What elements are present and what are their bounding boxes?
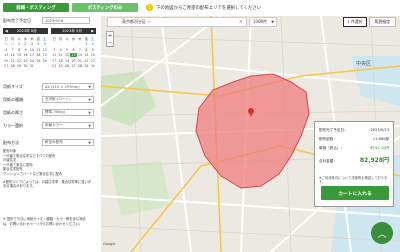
area-label: 中央区: [356, 60, 371, 67]
prev-month-icon[interactable]: ◀: [5, 29, 8, 33]
unit-value: 約 ¥7.10円: [370, 146, 389, 150]
type-select[interactable]: 光沢紙 (コート) ▼: [42, 96, 94, 103]
thickness-select[interactable]: 標準 (90kg) ▼: [42, 109, 94, 116]
calendar-august: ◀ 2023年 8月 日月火水木金土 30 31 1 2 3 4 5 6 7 8 9 10 11 12 …: [3, 28, 48, 74]
date-label: 配布完了予定日：: [319, 128, 348, 132]
note-line: は、お問い合わせページからお問い合わせください。: [3, 221, 83, 226]
total-label: 合計金額：: [319, 159, 337, 163]
map-search-input[interactable]: 東京都渋谷区 一 ×: [107, 17, 247, 27]
thickness-row: 用紙の厚さ: [3, 110, 23, 116]
unit-label: 単価（税込）：: [319, 146, 345, 150]
chevron-down-icon: ▼: [88, 124, 91, 128]
notice-text: 下の地図からご希望の配布エリアを選択してください: [156, 5, 262, 11]
count-label: 配布部数：: [319, 137, 337, 141]
type-row: 用紙の種類: [3, 97, 23, 103]
color-row: カラー選択: [3, 123, 23, 129]
method-value: 軒並み配布: [45, 140, 63, 144]
chevron-down-icon: ▼: [88, 111, 91, 115]
chevron-down-icon: ▼: [88, 98, 91, 102]
chevron-down-icon: ▼: [88, 85, 91, 89]
range-mode-button[interactable]: 範囲指定: [369, 17, 396, 27]
scroll-top-button[interactable]: ︿: [371, 222, 393, 244]
date-value: 2023/9/13: [370, 128, 389, 132]
start-date-value: 2023/9/18: [45, 18, 64, 23]
thickness-label: 用紙の厚さ: [3, 110, 23, 115]
start-date-field[interactable]: 2023/9/18: [42, 17, 90, 24]
method-row: 配布方法: [3, 140, 19, 146]
thickness-value: 標準 (90kg): [45, 110, 66, 114]
zoom-control: + −: [106, 31, 114, 47]
order-summary-card: 配布完了予定日： 2023/9/13 配布部数： 11,660部 単価（税込）：…: [314, 121, 394, 207]
start-date-label: 配布完了予定日: [3, 18, 31, 23]
method-label: 配布方法: [3, 140, 19, 145]
tab-detail-posting[interactable]: 詳細・ポスティング: [3, 3, 69, 12]
calendar-title: 2023年 8月: [17, 28, 37, 33]
note-line: ある場合があります。: [3, 184, 36, 189]
next-month-icon[interactable]: ▶: [91, 29, 94, 33]
zoom-out-button[interactable]: −: [108, 40, 112, 46]
size-row: 用紙サイズ: [3, 84, 23, 90]
range-value: 1000件: [253, 19, 268, 24]
map-attribution: Google: [103, 242, 116, 246]
size-value: A4 (210 × 297mm): [45, 84, 80, 89]
color-value: 両面カラー: [45, 123, 63, 127]
range-select[interactable]: 1000件 ▼: [249, 17, 277, 27]
size-label: 用紙サイズ: [3, 84, 23, 89]
start-date-row: 配布完了予定日: [3, 18, 31, 24]
method-notes: 配布対象 一戸建て集合住宅などすべての配布 戸建住宅 一戸建て家住に配布 集合住…: [3, 149, 95, 189]
left-panel: 配布完了予定日 2023/9/18 ◀ 2023年 8月 日月火水木金土 30 3…: [0, 14, 100, 252]
total-row: 合計金額： 82,928円: [319, 155, 389, 164]
unit-row: 単価（税込）： 約 ¥7.10円: [319, 146, 389, 151]
note-line: ※ 選択できない用紙サイズ・種類・カラー等を含む場合: [3, 217, 86, 221]
calendar-grid: 日月火水木金土 12 3456789 10 11 12 13 14 15 16 17 18 19…: [52, 36, 95, 69]
chevron-down-icon: ▼: [88, 141, 91, 145]
calendar-header: 2023年 9月 ▶: [51, 28, 96, 34]
count-value: 11,660部: [372, 137, 389, 141]
date-row: 配布完了予定日： 2023/9/13: [319, 128, 389, 133]
calendar-header: ◀ 2023年 8月: [3, 28, 48, 34]
chevron-up-icon: ︿: [377, 229, 387, 240]
zoom-in-button[interactable]: +: [108, 33, 112, 39]
color-select[interactable]: 両面カラー ▼: [42, 122, 94, 129]
count-row: 配布部数： 11,660部: [319, 137, 389, 142]
type-value: 光沢紙 (コート): [45, 97, 71, 101]
calendar-title: 2023年 9月: [62, 28, 82, 33]
close-icon[interactable]: ×: [239, 19, 243, 25]
bottom-notes: ※ 選択できない用紙サイズ・種類・カラー等を含む場合 は、お問い合わせページから…: [3, 217, 95, 226]
card-hint: ※ご利用条件について詳細等を確認しております。: [319, 176, 388, 185]
chevron-down-icon: ▼: [271, 20, 274, 24]
method-select[interactable]: 軒並み配布 ▼: [42, 139, 94, 146]
add-to-cart-button[interactable]: カートに入れる: [321, 186, 389, 200]
calendar-september: 2023年 9月 ▶ 日月火水木金土 12 3456789 10 11 12 13 14…: [51, 28, 96, 74]
calendar-grid: 日月火水木金土 30 31 1 2 3 4 5 6 7 8 9 10 11 12 13 14 15 16 17 1…: [4, 36, 47, 69]
type-label: 用紙の種類: [3, 97, 23, 102]
search-value: 東京都渋谷区 一: [122, 19, 152, 24]
park-area: [111, 161, 171, 216]
notice: ! 下の地図からご希望の配布エリアを選択してください: [146, 3, 261, 12]
select-mode-button[interactable]: 1 件選択: [343, 17, 367, 27]
color-label: カラー選択: [3, 123, 23, 128]
total-value: 82,928円: [359, 157, 389, 164]
warning-icon: !: [146, 4, 153, 11]
tab-posting-only[interactable]: ポスティングのみ: [72, 3, 138, 12]
note-line: マンションアパートなど集合住宅に配布: [3, 171, 63, 176]
size-select[interactable]: A4 (210 × 297mm) ▼: [42, 83, 94, 90]
